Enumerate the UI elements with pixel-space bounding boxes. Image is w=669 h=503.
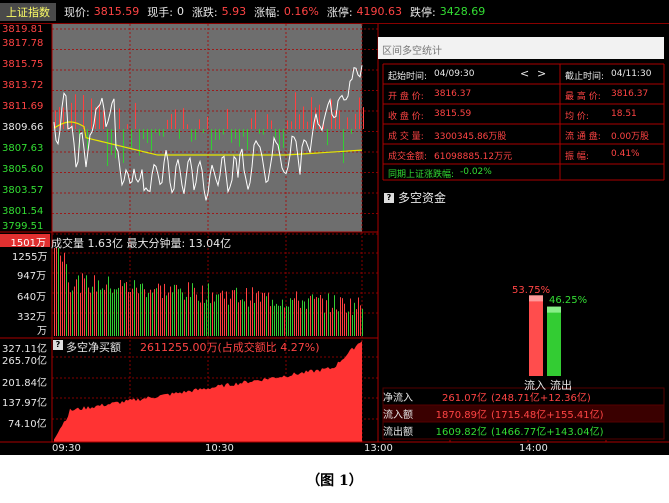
row-detail: (1715.48亿+155.41亿) (491, 410, 604, 421)
end-time-label: 截止时间: (565, 72, 605, 82)
time-tick: 10:30 (205, 443, 234, 454)
price-tick: 3799.51 (2, 221, 44, 232)
high-label: 最 高 价: (565, 92, 601, 102)
close-value: 3815.59 (434, 109, 472, 119)
current-volume-tag: 1501万 (0, 234, 50, 249)
figure-caption: （图 1） (306, 473, 363, 489)
end-time-value[interactable]: 04/11:30 (611, 69, 651, 79)
net-tick: 137.97亿 (2, 398, 47, 409)
float-label: 流 通 盘: (565, 132, 601, 142)
net-tick: 265.70亿 (2, 356, 47, 367)
price-tick: 3813.72 (2, 80, 44, 91)
start-time-label: 起始时间: (388, 72, 428, 82)
net-tick: 201.84亿 (2, 378, 47, 389)
close-label: 收 盘 价: (388, 112, 424, 122)
volume-tick: 640万 (17, 292, 47, 303)
row-label: 净流入 (383, 393, 413, 404)
volume-bars (54, 248, 363, 336)
outflow-bar (547, 306, 561, 376)
row-value: 1870.89亿 (435, 410, 487, 421)
next-arrow-icon[interactable]: > (537, 67, 546, 80)
net-tick: 74.10亿 (8, 419, 47, 430)
row-label: 流入额 (383, 410, 413, 421)
row-label: 流出额 (383, 427, 413, 438)
inflow-bar-cap (529, 295, 543, 302)
amount-value: 61098885.12万元 (434, 152, 513, 162)
amplitude-value: 0.41% (611, 149, 640, 159)
open-label: 开 盘 价: (388, 92, 424, 102)
row-value: 1609.82亿 (435, 427, 487, 438)
help-icon[interactable]: ? (384, 193, 394, 203)
turnover-volume-label: 成 交 量: (388, 132, 424, 142)
price-tick: 3801.54 (2, 206, 44, 217)
price-tick: 3807.63 (2, 143, 44, 154)
money-flow-title: 多空资金 (398, 191, 447, 205)
volume-title: 成交量 1.63亿 最大分钟量: 13.04亿 (51, 237, 232, 250)
start-time-value[interactable]: 04/09:30 (434, 69, 474, 79)
outflow-amount-row: 流出额 1609.82亿 (1466.77亿+143.04亿) (383, 422, 665, 439)
high-value: 3816.37 (611, 89, 649, 99)
net-buy-value: 2611255.00万(占成交额比 4.27%) (140, 341, 320, 354)
open-value: 3816.37 (434, 89, 472, 99)
time-tick: 13:00 (364, 443, 393, 454)
help-icon[interactable]: ? (53, 340, 63, 350)
volume-tick: 332万 (17, 312, 47, 323)
stock-chart-window: 上证指数 现价: 3815.59 现手: 0 涨跌: 5.93 涨幅: 0.16… (0, 0, 669, 455)
stats-panel-title[interactable]: 区间多空统计 (378, 37, 664, 59)
float-value: 0.00万股 (611, 132, 650, 142)
inflow-percent: 53.75% (512, 285, 551, 296)
price-tick: 3805.60 (2, 164, 44, 175)
inflow-bar (529, 295, 543, 376)
price-tick: 3811.69 (2, 101, 44, 112)
avg-value: 18.51 (611, 109, 637, 119)
price-tick: 3815.75 (2, 59, 44, 70)
prev-arrow-icon[interactable]: < (520, 67, 529, 80)
turnover-volume-value: 3300345.86万股 (434, 132, 507, 142)
same-period-label: 同期上证涨跌幅: (388, 170, 455, 180)
same-period-value: -0.02% (460, 167, 492, 177)
volume-tick: 1255万 (12, 252, 48, 263)
inflow-amount-row: 流入额 1870.89亿 (1715.48亿+155.41亿) (383, 405, 665, 422)
price-tick: 3803.57 (2, 185, 44, 196)
outflow-percent: 46.25% (549, 295, 588, 306)
price-tick: 3809.66 (2, 122, 44, 133)
volume-tick: 947万 (17, 271, 47, 282)
net-inflow-row: 净流入 261.07亿 (248.71亿+12.36亿) (383, 388, 665, 405)
row-value: 261.07亿 (442, 393, 487, 404)
price-tick: 3819.81 (2, 24, 44, 35)
net-buy-title: 多空净买额 (66, 341, 121, 354)
row-detail: (1466.77亿+143.04亿) (491, 427, 604, 438)
amount-label: 成交金额: (388, 152, 428, 162)
outflow-bar-cap (547, 306, 561, 313)
row-detail: (248.71亿+12.36亿) (491, 393, 591, 404)
time-tick: 14:00 (519, 443, 548, 454)
price-tick: 3817.78 (2, 38, 44, 49)
volume-tick: 万 (37, 326, 47, 337)
time-tick: 09:30 (52, 443, 81, 454)
avg-label: 均 价: (565, 112, 589, 122)
amplitude-label: 振 幅: (565, 152, 589, 162)
